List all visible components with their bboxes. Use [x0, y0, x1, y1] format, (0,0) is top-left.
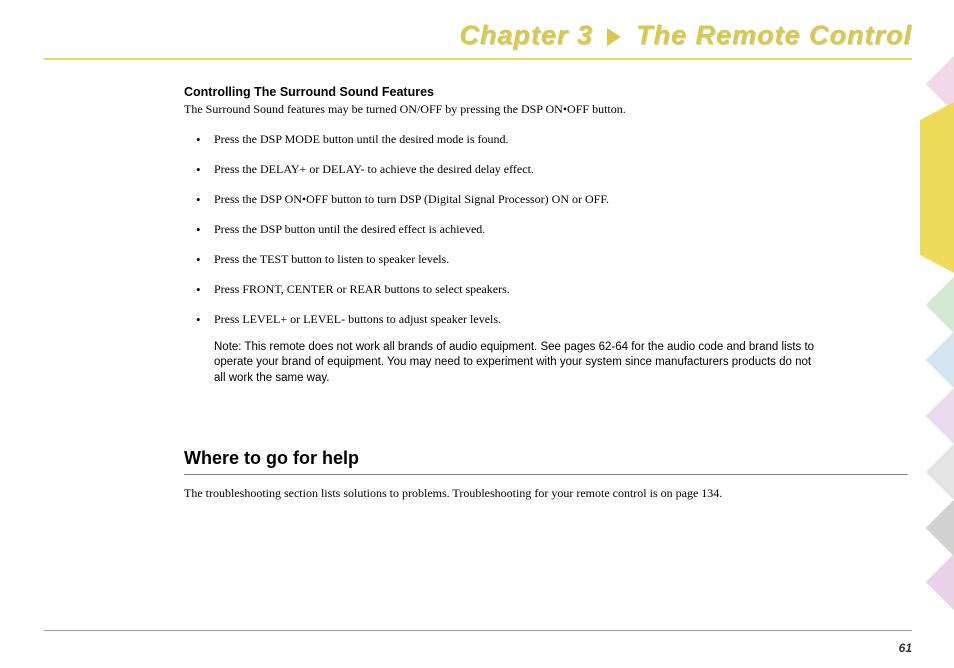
list-item: Press the TEST button to listen to speak…	[184, 250, 904, 268]
list-item: Press FRONT, CENTER or REAR buttons to s…	[184, 280, 904, 298]
list-item: Press LEVEL+ or LEVEL- buttons to adjust…	[184, 310, 904, 328]
bottom-rule	[44, 630, 912, 631]
section-heading: Controlling The Surround Sound Features	[184, 85, 904, 99]
subsection-heading: Where to go for help	[184, 448, 908, 475]
page-content: Controlling The Surround Sound Features …	[184, 85, 904, 514]
list-item: Press the DELAY+ or DELAY- to achieve th…	[184, 160, 904, 178]
side-tab-decor	[926, 332, 954, 389]
chapter-title: Chapter 3 The Remote Control	[459, 20, 912, 51]
list-item: Press the DSP button until the desired e…	[184, 220, 904, 238]
note-text: Note: This remote does not work all bran…	[214, 340, 824, 387]
section-intro: The Surround Sound features may be turne…	[184, 101, 904, 118]
subsection-body: The troubleshooting section lists soluti…	[184, 485, 904, 502]
chapter-name: The Remote Control	[636, 20, 912, 50]
bullet-list: Press the DSP MODE button until the desi…	[184, 130, 904, 328]
side-tab-decor	[926, 388, 954, 445]
side-tab-decor	[926, 277, 954, 334]
side-tab-current	[920, 120, 954, 255]
side-tab-decor	[926, 444, 954, 501]
chapter-prefix: Chapter 3	[459, 20, 593, 50]
list-item: Press the DSP MODE button until the desi…	[184, 130, 904, 148]
top-rule	[44, 58, 912, 60]
subsection: Where to go for help The troubleshooting…	[184, 448, 904, 502]
side-tab-decor	[926, 500, 954, 557]
triangle-icon	[607, 28, 621, 46]
list-item: Press the DSP ON•OFF button to turn DSP …	[184, 190, 904, 208]
side-tab-decor	[926, 554, 954, 611]
page-number: 61	[899, 641, 912, 655]
